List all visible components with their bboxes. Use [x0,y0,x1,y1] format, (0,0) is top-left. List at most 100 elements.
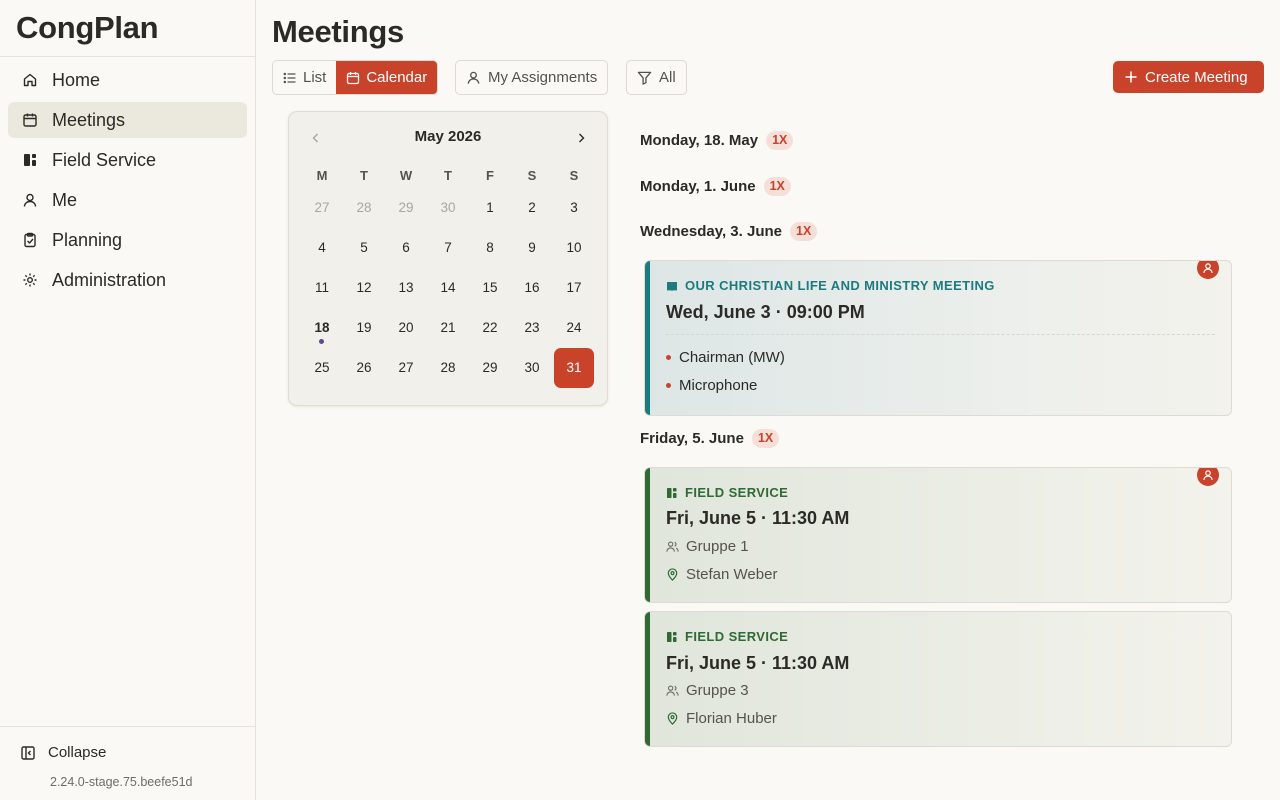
sidebar-item-label: Planning [52,229,123,250]
panel-collapse-icon [21,745,35,760]
my-assignments-button[interactable]: My Assignments [455,60,609,95]
calendar-day[interactable]: 9 [511,228,553,268]
calendar-day[interactable]: 27 [385,348,427,388]
meeting-type-label: OUR CHRISTIAN LIFE AND MINISTRY MEETING [666,278,995,293]
calendar-day[interactable]: 10 [553,228,595,268]
sidebar-footer: Collapse 2.24.0-stage.75.beefe51d [0,726,255,800]
field-service-card[interactable]: FIELD SERVICE Fri, June 5 · 11:30 AM Gru… [644,611,1232,747]
sidebar-item-field-service[interactable]: Field Service [8,142,247,178]
sidebar-item-label: Meetings [52,109,126,130]
sidebar-item-administration[interactable]: Administration [8,262,247,298]
calendar-day[interactable]: 5 [343,228,385,268]
calendar-view-button[interactable]: Calendar [336,61,438,94]
count-badge: 1X [790,222,818,241]
create-meeting-button[interactable]: Create Meeting [1113,61,1264,93]
calendar-day[interactable]: 3 [553,188,595,228]
calendar-day[interactable]: 24 [553,308,595,348]
calendar-day[interactable]: 12 [343,268,385,308]
mini-calendar: May 2026 M T W T F S S 27 28 29 30 1 2 3 4 5 6 7 8 9 10 11 12 1… [288,111,608,406]
calendar-day[interactable]: 23 [511,308,553,348]
meeting-time: Fri, June 5 · 11:30 AM [666,653,850,673]
page-title: Meetings [272,14,404,49]
users-icon [666,685,679,696]
field-service-card[interactable]: FIELD SERVICE Fri, June 5 · 11:30 AM Gru… [644,467,1232,603]
group-label: Gruppe 1 [686,538,749,555]
day-heading-label: Friday, 5. June [640,430,744,447]
meeting-time: Fri, June 5 · 11:30 AM [666,508,850,528]
gear-icon [23,273,37,287]
calendar-view-label: Calendar [366,69,428,86]
day-heading-label: Monday, 18. May [640,132,759,149]
sidebar-item-planning[interactable]: Planning [8,222,247,258]
calendar-day[interactable]: 22 [469,308,511,348]
card-accent-bar [645,261,650,415]
calendar-day[interactable]: 14 [427,268,469,308]
calendar-day[interactable]: 30 [427,188,469,228]
calendar-day[interactable]: 28 [343,188,385,228]
calendar-day[interactable]: 28 [427,348,469,388]
sidebar-item-label: Administration [52,269,167,290]
calendar-weekday: S [527,168,537,183]
calendar-day-selected[interactable]: 31 [554,348,594,388]
calendar-day[interactable]: 21 [427,308,469,348]
day-heading-label: Wednesday, 3. June [640,223,782,240]
calendar-day[interactable]: 2 [511,188,553,228]
sidebar-item-me[interactable]: Me [8,182,247,218]
chevron-right-icon[interactable] [572,129,590,147]
calendar-weekday: M [316,168,328,183]
calendar-icon [347,71,360,84]
meeting-card[interactable]: OUR CHRISTIAN LIFE AND MINISTRY MEETING … [644,260,1232,416]
field-service-icon [667,631,677,642]
location-info: Stefan Weber [666,566,777,583]
collapse-button[interactable]: Collapse [20,744,106,761]
map-pin-icon [667,568,678,581]
calendar-day[interactable]: 17 [553,268,595,308]
calendar-day[interactable]: 4 [301,228,343,268]
book-icon [667,281,677,291]
filter-button[interactable]: All [626,60,687,95]
calendar-weekday: T [360,168,368,183]
calendar-day[interactable]: 29 [385,188,427,228]
day-heading: Friday, 5. June 1X [640,429,780,448]
field-service-icon [24,154,36,166]
view-toggle: List Calendar [272,60,439,95]
calendar-day[interactable]: 27 [301,188,343,228]
location-label: Stefan Weber [686,566,778,583]
calendar-day[interactable]: 6 [385,228,427,268]
calendar-day[interactable]: 30 [511,348,553,388]
sidebar-item-label: Field Service [52,149,157,170]
calendar-day[interactable]: 26 [343,348,385,388]
count-badge: 1X [763,177,791,196]
filter-label: All [659,69,676,86]
list-view-label: List [303,69,327,86]
group-info: Gruppe 3 [666,682,749,699]
app-logo[interactable]: CongPlan [0,0,255,57]
calendar-day[interactable]: 1 [469,188,511,228]
sidebar-item-meetings[interactable]: Meetings [8,102,247,138]
app-version: 2.24.0-stage.75.beefe51d [50,775,193,789]
calendar-day[interactable]: 15 [469,268,511,308]
assigned-user-avatar[interactable] [1197,468,1219,486]
calendar-day[interactable]: 20 [385,308,427,348]
sidebar-item-home[interactable]: Home [8,62,247,98]
calendar-day[interactable]: 7 [427,228,469,268]
user-icon [1203,470,1213,480]
group-info: Gruppe 1 [666,538,749,555]
calendar-day[interactable]: 13 [385,268,427,308]
collapse-label: Collapse [48,744,107,761]
calendar-day[interactable]: 19 [343,308,385,348]
card-accent-bar [645,468,650,602]
calendar-day[interactable]: 11 [301,268,343,308]
user-icon [467,71,480,84]
location-label: Florian Huber [686,710,777,727]
calendar-weekday: F [486,168,494,183]
count-badge: 1X [751,429,780,448]
field-service-icon [667,487,677,498]
calendar-day[interactable]: 29 [469,348,511,388]
list-view-button[interactable]: List [273,61,337,94]
calendar-day-today[interactable]: 18 [301,308,343,348]
calendar-day[interactable]: 8 [469,228,511,268]
calendar-day[interactable]: 25 [301,348,343,388]
assigned-user-avatar[interactable] [1197,261,1219,279]
calendar-day[interactable]: 16 [511,268,553,308]
